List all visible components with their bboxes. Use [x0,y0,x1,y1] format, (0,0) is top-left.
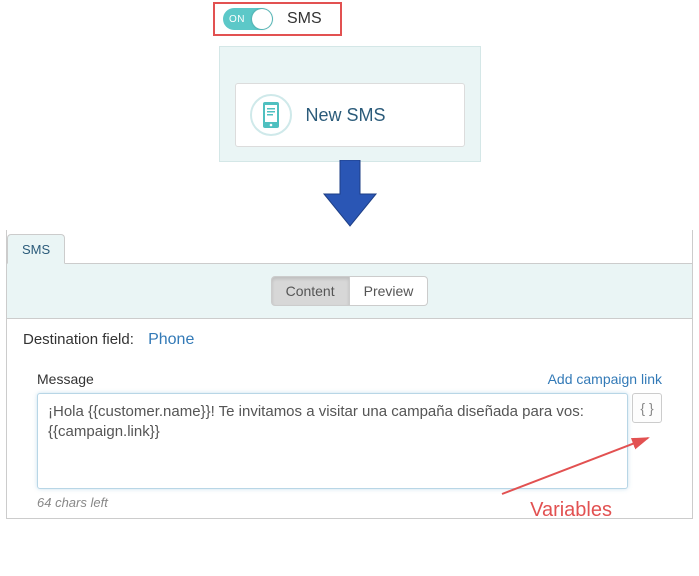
sms-editor-panel: SMS Content Preview Destination field: P… [6,230,693,519]
flow-arrow-icon [0,160,699,230]
phone-icon [250,94,292,136]
toggle-label: SMS [287,10,322,28]
sms-toggle-highlight: ON SMS [213,2,342,36]
segment-preview[interactable]: Preview [350,276,429,306]
new-sms-button[interactable]: New SMS [235,83,465,147]
tab-sms-label: SMS [22,242,50,257]
add-campaign-link[interactable]: Add campaign link [548,371,662,387]
toggle-knob [252,9,272,29]
chars-left: 64 chars left [37,495,662,510]
braces-icon: { } [640,400,653,416]
destination-row: Destination field: Phone [7,318,692,361]
tab-strip: SMS [7,230,692,264]
sms-toggle[interactable]: ON [223,8,273,30]
segment-content-label: Content [286,283,335,299]
message-label: Message [37,371,94,387]
toggle-on-text: ON [229,14,245,25]
content-preview-segment: Content Preview [7,276,692,306]
new-sms-card: New SMS [219,46,481,162]
tab-sms[interactable]: SMS [7,234,65,264]
new-sms-title: New SMS [306,105,386,126]
segment-preview-label: Preview [364,283,414,299]
destination-label: Destination field: [23,331,134,348]
insert-variable-button[interactable]: { } [632,393,662,423]
destination-value: Phone [148,331,194,348]
message-textarea[interactable] [37,393,628,489]
segment-content[interactable]: Content [271,276,350,306]
